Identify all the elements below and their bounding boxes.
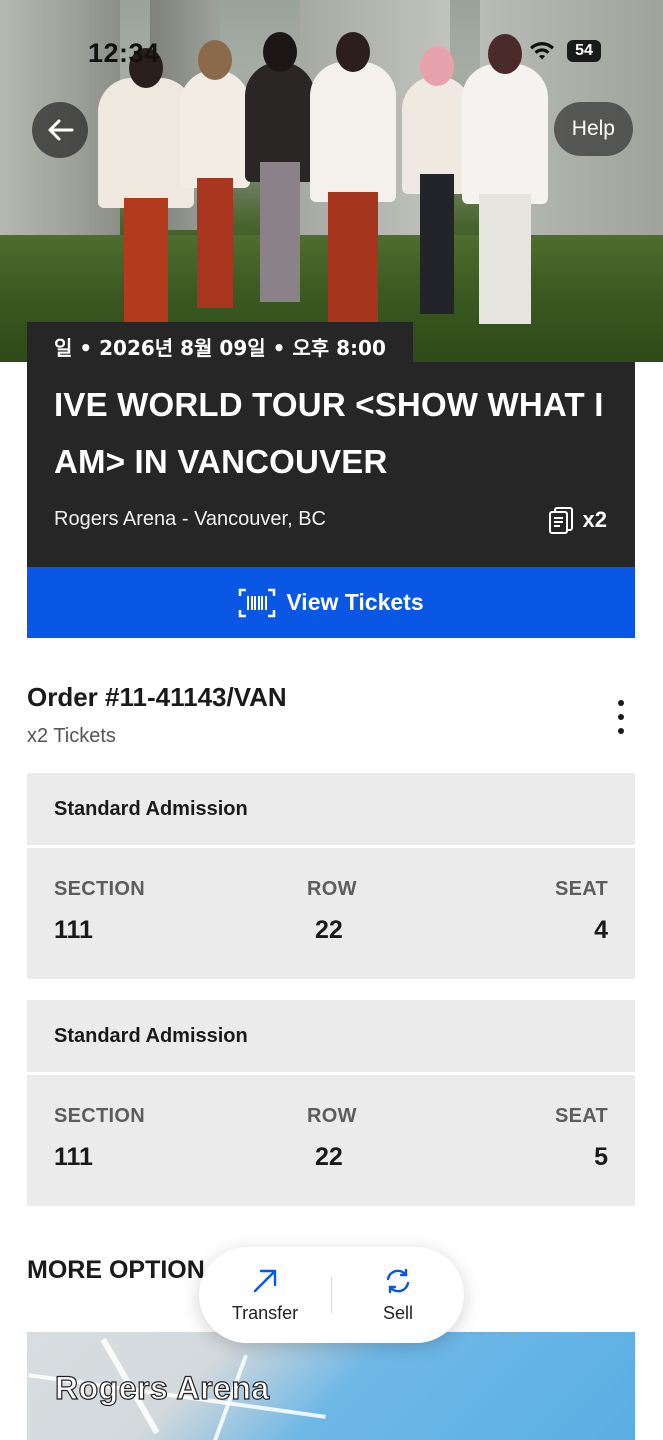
sell-label: Sell	[382, 1302, 413, 1323]
order-number: Order #11-41143/VAN	[27, 682, 287, 712]
seat-value: 5	[594, 1143, 608, 1171]
ticket-card: Standard Admission SECTION 111 ROW 22 SE…	[27, 1000, 635, 1206]
performer-figure	[180, 40, 250, 308]
seat-label: SEAT	[554, 1105, 608, 1127]
event-title: IVE WORLD TOUR <SHOW WHAT I AM> IN VANCO…	[54, 386, 604, 480]
event-venue: Rogers Arena - Vancouver, BC	[54, 508, 326, 530]
ticket-actions-bar: Transfer Sell	[199, 1247, 464, 1343]
refresh-icon	[386, 1268, 410, 1293]
seat-value: 4	[594, 916, 608, 944]
row-label: ROW	[307, 878, 357, 900]
performer-figure	[462, 34, 548, 324]
help-button[interactable]: Help	[553, 102, 633, 156]
performer-figure	[245, 32, 315, 302]
ticket-details: SECTION 111 ROW 22 SEAT 5	[27, 1075, 635, 1206]
ticket-type: Standard Admission	[27, 773, 635, 845]
transfer-label: Transfer	[231, 1302, 299, 1323]
event-card: IVE WORLD TOUR <SHOW WHAT I AM> IN VANCO…	[27, 362, 635, 567]
event-hero-image: 12:34 54 Help	[0, 0, 663, 362]
harbour-label: Harbour	[462, 1332, 520, 1340]
order-ticket-summary: x2 Tickets	[27, 725, 116, 747]
map-venue-label: Rogers Arena	[54, 1369, 270, 1406]
section-value: 111	[54, 1143, 93, 1171]
ticket-count: x2	[547, 505, 607, 535]
row-value: 22	[315, 916, 343, 944]
status-time: 12:34	[88, 38, 160, 68]
section-label: SECTION	[54, 1105, 145, 1127]
ticket-type: Standard Admission	[27, 1000, 635, 1072]
seat-label: SEAT	[554, 878, 608, 900]
arrow-left-icon	[48, 119, 74, 141]
battery-icon: 54	[567, 40, 601, 62]
ticket-card: Standard Admission SECTION 111 ROW 22 SE…	[27, 773, 635, 979]
wifi-icon	[530, 42, 554, 60]
sell-button[interactable]: Sell	[332, 1267, 464, 1324]
ticket-count-label: x2	[582, 507, 607, 532]
view-tickets-button[interactable]: View Tickets	[27, 567, 635, 638]
more-options-menu-icon[interactable]	[615, 700, 627, 734]
ticket-details: SECTION 111 ROW 22 SEAT 4	[27, 848, 635, 979]
tickets-icon	[548, 507, 573, 534]
row-value: 22	[315, 1143, 343, 1171]
more-options-heading: MORE OPTION	[27, 1256, 205, 1284]
row-label: ROW	[307, 1105, 357, 1127]
transfer-button[interactable]: Transfer	[199, 1267, 331, 1324]
venue-map[interactable]: Harbour Rogers Arena	[27, 1332, 635, 1440]
section-value: 111	[54, 916, 93, 944]
section-label: SECTION	[54, 878, 145, 900]
status-icons: 54	[529, 40, 601, 62]
arrow-up-right-icon	[253, 1269, 277, 1292]
barcode-icon	[239, 588, 276, 617]
view-tickets-label: View Tickets	[286, 589, 424, 615]
event-date: 일 • 2026년 8월 09일 • 오후 8:00	[27, 322, 413, 364]
back-button[interactable]	[32, 102, 88, 158]
performer-figure	[310, 32, 396, 322]
